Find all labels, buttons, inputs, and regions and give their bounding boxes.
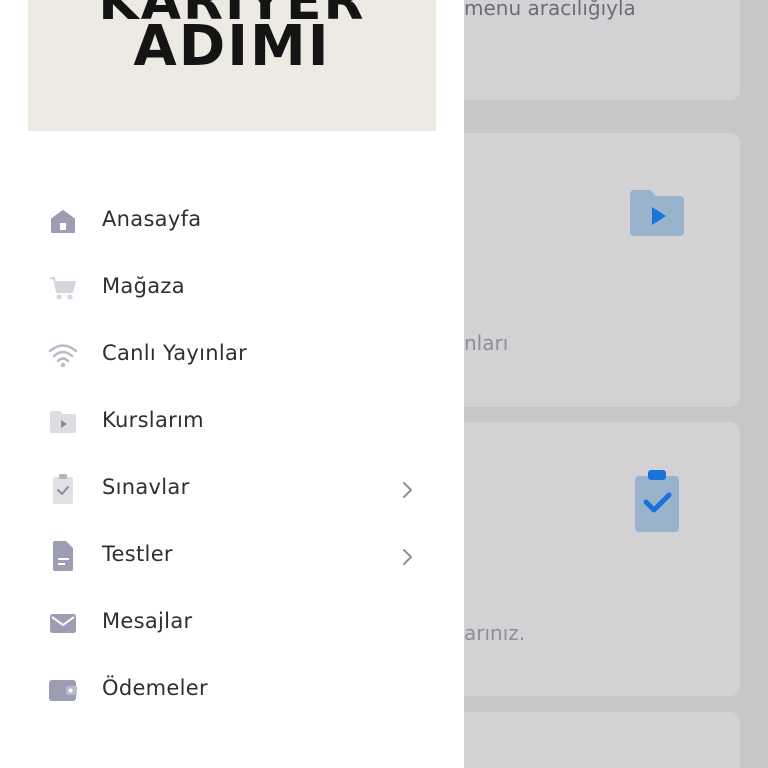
- clipboard-check-icon: [635, 470, 679, 532]
- clipboard-check-icon: [46, 474, 80, 504]
- menu-item-mesajlar[interactable]: Mesajlar: [0, 589, 464, 655]
- menu-item-label: Testler: [102, 542, 173, 566]
- card-text: nları: [464, 331, 509, 355]
- brand-banner: KARİYER ADIMI: [28, 0, 436, 131]
- content-card: [440, 712, 740, 768]
- wifi-icon: [46, 340, 80, 370]
- menu-item-label: Ödemeler: [102, 676, 208, 700]
- menu-item-label: Kurslarım: [102, 408, 204, 432]
- menu-item-label: Canlı Yayınlar: [102, 341, 248, 365]
- document-icon: [46, 541, 80, 571]
- menu-item-label: Mağaza: [102, 274, 185, 298]
- card-text: menu aracılığıyla: [464, 0, 636, 20]
- content-card: [440, 133, 740, 407]
- chevron-right-icon: [403, 482, 412, 498]
- cart-icon: [46, 273, 80, 303]
- menu-item-magaza[interactable]: Mağaza: [0, 254, 464, 320]
- menu-item-anasayfa[interactable]: Anasayfa: [0, 187, 464, 253]
- menu-item-label: Mesajlar: [102, 609, 193, 633]
- menu-item-label: Sınavlar: [102, 475, 190, 499]
- home-icon: [46, 206, 80, 236]
- folder-play-icon: [630, 190, 684, 236]
- content-card: [440, 422, 740, 696]
- menu-item-canli-yayinlar[interactable]: Canlı Yayınlar: [0, 321, 464, 387]
- mail-icon: [46, 608, 80, 638]
- chevron-right-icon: [403, 549, 412, 565]
- navigation-drawer: KARİYER ADIMI Anasayfa Mağaza Canlı Yayı…: [0, 0, 464, 768]
- card-text: arınız.: [464, 621, 526, 645]
- folder-play-icon: [46, 407, 80, 437]
- menu-item-kurslarim[interactable]: Kurslarım: [0, 388, 464, 454]
- wallet-icon: [46, 675, 80, 705]
- menu-item-label: Anasayfa: [102, 207, 202, 231]
- menu-item-sinavlar[interactable]: Sınavlar: [0, 455, 464, 521]
- menu-item-odemeler[interactable]: Ödemeler: [0, 656, 464, 722]
- menu-item-testler[interactable]: Testler: [0, 522, 464, 588]
- brand-logo-text: ADIMI: [133, 14, 331, 79]
